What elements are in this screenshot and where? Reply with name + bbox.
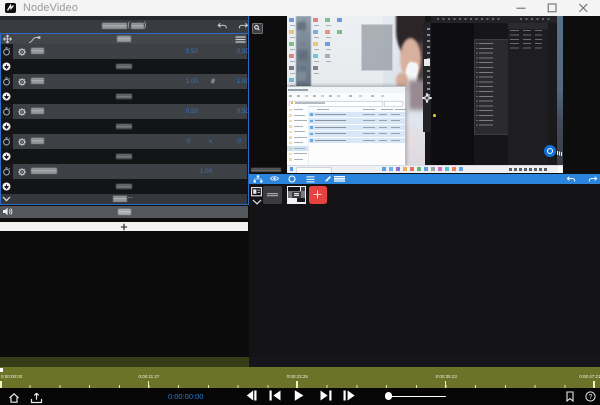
svg-text:?: ?: [588, 394, 592, 401]
